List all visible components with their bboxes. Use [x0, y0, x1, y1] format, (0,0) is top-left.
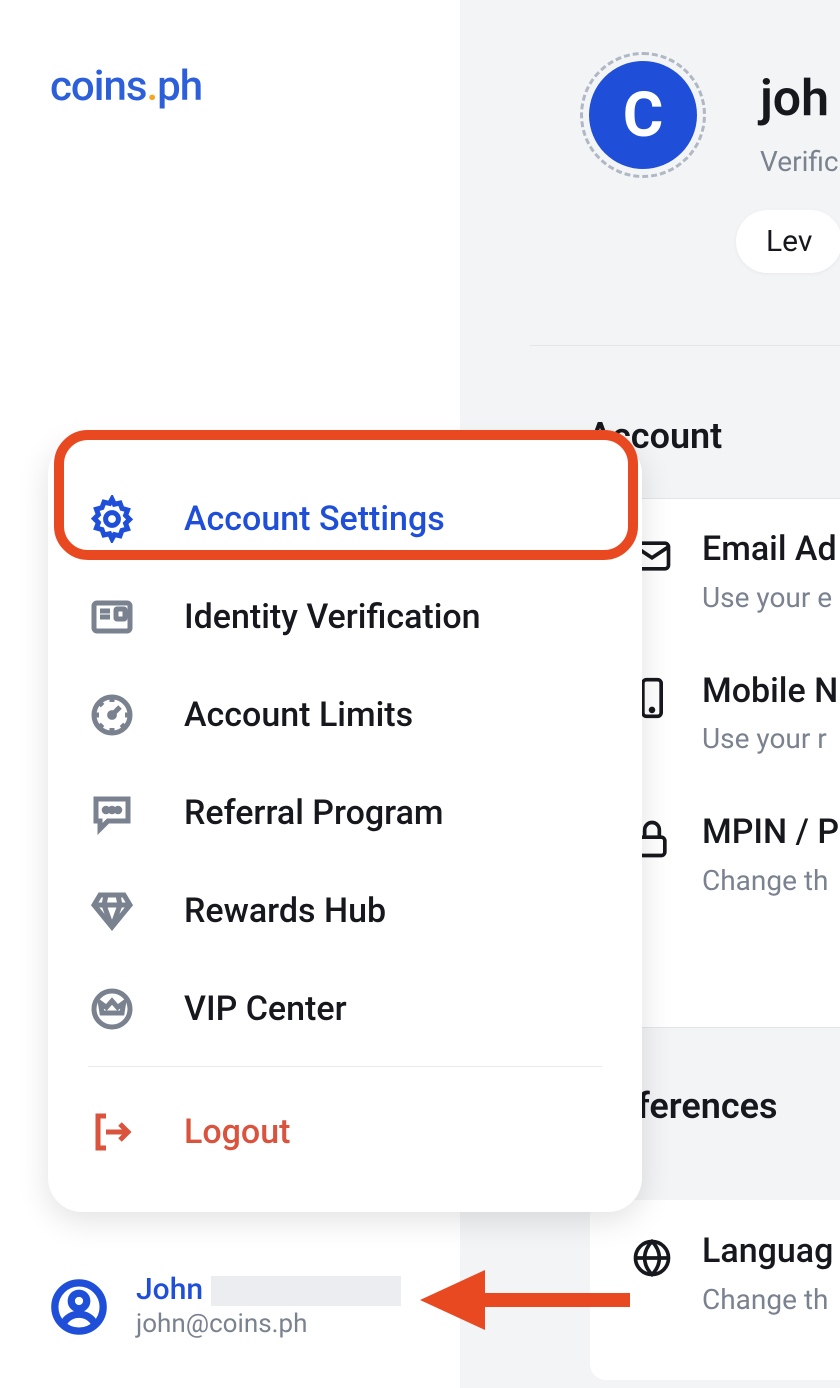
globe-icon: [630, 1236, 674, 1280]
menu-item-logout[interactable]: Logout: [48, 1083, 642, 1181]
logout-icon: [88, 1108, 136, 1156]
popup-divider: [88, 1066, 602, 1067]
user-name: John: [136, 1272, 401, 1308]
diamond-icon: [88, 887, 136, 935]
menu-label-rewards-hub: Rewards Hub: [184, 891, 386, 931]
menu-label-account-settings: Account Settings: [184, 499, 445, 539]
divider: [530, 345, 840, 346]
settings-sub-mpin: Change th: [702, 864, 840, 897]
gear-icon: [88, 495, 136, 543]
menu-label-referral-program: Referral Program: [184, 793, 444, 833]
verification-label: Verifica: [760, 145, 840, 178]
menu-item-account-settings[interactable]: Account Settings: [48, 470, 642, 568]
menu-item-referral-program[interactable]: Referral Program: [48, 764, 642, 862]
settings-row-email[interactable]: Email Ad Use your e: [630, 528, 840, 614]
menu-item-account-limits[interactable]: Account Limits: [48, 666, 642, 764]
settings-label-email: Email Ad: [702, 528, 837, 571]
user-email: john@coins.ph: [136, 1308, 401, 1342]
profile-avatar-wrap[interactable]: C: [580, 52, 706, 178]
menu-label-logout: Logout: [184, 1112, 290, 1152]
settings-sub-email: Use your e: [702, 581, 837, 614]
menu-label-vip-center: VIP Center: [184, 989, 347, 1029]
settings-label-mobile: Mobile N: [702, 670, 838, 713]
user-menu-popup: Account Settings Identity Verification A…: [48, 440, 642, 1212]
crown-icon: [88, 985, 136, 1033]
settings-label-language: Languag: [702, 1230, 833, 1273]
settings-row-language[interactable]: Languag Change th: [630, 1230, 840, 1316]
settings-sub-mobile: Use your r: [702, 722, 838, 755]
menu-label-account-limits: Account Limits: [184, 695, 413, 735]
level-chip[interactable]: Lev: [736, 210, 840, 273]
avatar-progress-ring: C: [580, 52, 706, 178]
chat-icon: [88, 789, 136, 837]
id-card-icon: [88, 593, 136, 641]
logo-dot: .: [146, 62, 157, 111]
avatar-circle: C: [589, 61, 697, 169]
gauge-icon: [88, 691, 136, 739]
menu-label-identity-verification: Identity Verification: [184, 597, 481, 637]
settings-sub-language: Change th: [702, 1283, 833, 1316]
menu-item-vip-center[interactable]: VIP Center: [48, 960, 642, 1058]
menu-item-identity-verification[interactable]: Identity Verification: [48, 568, 642, 666]
logo-text-ph: ph: [157, 62, 202, 111]
name-mask: [211, 1276, 401, 1306]
annotation-arrow: [420, 1260, 630, 1340]
profile-username: joh: [760, 70, 829, 128]
logo[interactable]: coins.ph: [50, 62, 202, 111]
user-icon: [50, 1278, 108, 1336]
user-profile-trigger[interactable]: John john@coins.ph: [50, 1272, 401, 1342]
settings-label-mpin: MPIN / Pa: [702, 811, 840, 854]
settings-row-mobile[interactable]: Mobile N Use your r: [630, 670, 840, 756]
logo-text-1: coins: [50, 62, 146, 111]
settings-row-mpin[interactable]: MPIN / Pa Change th: [630, 811, 840, 897]
avatar-letter: C: [623, 79, 664, 152]
menu-item-rewards-hub[interactable]: Rewards Hub: [48, 862, 642, 960]
